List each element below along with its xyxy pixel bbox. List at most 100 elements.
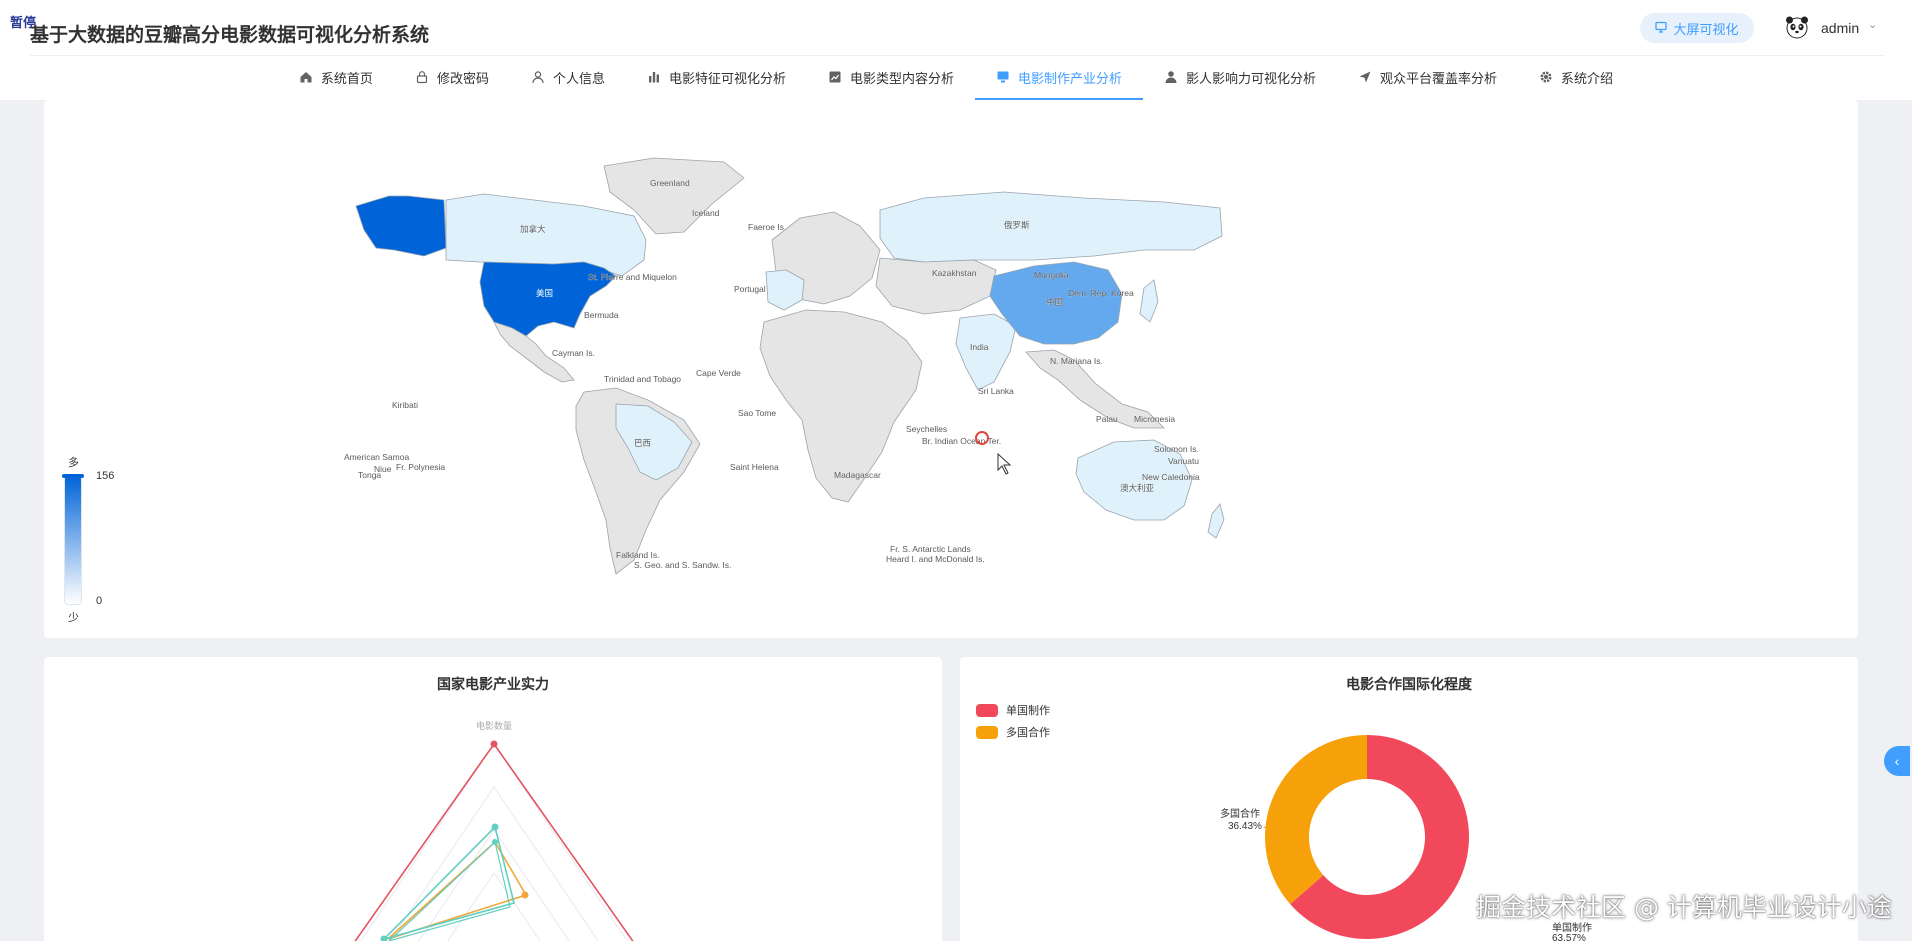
slice-pct-single: 63.57% [1552, 933, 1586, 941]
radar-series-teal-2 [388, 840, 511, 941]
chevron-left-icon: ‹ [1894, 753, 1900, 769]
map-label-china: 中国 [1046, 297, 1063, 307]
mouse-pointer-icon [997, 452, 1012, 475]
slice-pct-multi: 36.43% [1228, 821, 1262, 832]
radar-point [521, 891, 529, 899]
lock-icon [416, 71, 428, 84]
visual-map-min: 0 [96, 595, 103, 607]
visual-map-gradient[interactable] [64, 475, 82, 605]
user-avatar[interactable] [1783, 13, 1811, 41]
radar-point [490, 740, 498, 748]
bar-chart-icon [648, 72, 659, 83]
radar-chart-card: 国家电影产业实力 电影数量 [44, 657, 942, 941]
nav-item-label: 电影类型内容分析 [849, 70, 954, 86]
nav-item-genre-analysis[interactable]: 电影类型内容分析 [807, 56, 975, 100]
map-label-russia: 俄罗斯 [1004, 220, 1030, 230]
world-map-card: Greenland 加拿大 美国 俄罗斯 中国 巴西 澳大利亚 Bermuda … [44, 100, 1858, 638]
user-icon [532, 71, 544, 84]
chart-icon [829, 71, 841, 83]
visual-map-low-label: 少 [68, 612, 79, 624]
nav-item-label: 电影特征可视化分析 [668, 70, 786, 86]
nav-item-label: 修改密码 [436, 70, 489, 86]
map-label-new-caledonia: New Caledonia [1142, 472, 1200, 482]
map-label-sao-tome: Sao Tome [738, 408, 776, 418]
map-label-heard: Heard I. and McDonald Is. [886, 554, 985, 564]
map-label-seychelles: Seychelles [906, 424, 947, 434]
map-label-mongolia: Mongolia [1034, 270, 1069, 280]
radar-indicator-label: 电影数量 [476, 720, 512, 731]
map-label-cayman: Cayman Is. [552, 348, 595, 358]
map-label-brazil: 巴西 [634, 438, 651, 448]
map-label-sri-lanka: Sri Lanka [978, 386, 1014, 396]
map-label-fr-polynesia: Fr. Polynesia [396, 462, 445, 472]
map-label-micronesia: Micronesia [1134, 414, 1175, 424]
main-nav: 系统首页 修改密码 个人信息 电影特征可视化分析 电影类型内容分析 电影制作产业… [0, 56, 1912, 100]
map-label-australia: 澳大利亚 [1120, 483, 1155, 493]
nav-item-industry-analysis[interactable]: 电影制作产业分析 [975, 56, 1144, 100]
map-label-kiribati: Kiribati [392, 400, 418, 410]
map-label-faeroe: Faeroe Is. [748, 222, 786, 232]
radar-point [492, 839, 498, 845]
watermark: 掘金技术社区 @ 计算机毕业设计小途 [1476, 893, 1892, 922]
region-new-zealand [1207, 503, 1225, 539]
panda-avatar-icon [1786, 16, 1808, 39]
map-label-vanuatu: Vanuatu [1168, 456, 1199, 466]
map-label-s-geo: S. Geo. and S. Sandw. Is. [634, 560, 731, 570]
monitor-icon [997, 71, 1009, 83]
map-label-palau: Palau [1096, 414, 1118, 424]
nav-item-influence-analysis[interactable]: 影人影响力可视化分析 [1143, 56, 1337, 100]
map-label-st-pierre: St. Pierre and Miquelon [588, 272, 677, 282]
top-header: 暂停 基于大数据的豆瓣高分电影数据可视化分析系统 大屏可视化 admin ⌄ 系… [0, 0, 1912, 100]
nav-item-platform-analysis[interactable]: 观众平台覆盖率分析 [1337, 56, 1518, 100]
map-label-kazakhstan: Kazakhstan [932, 268, 977, 278]
nav-item-label: 个人信息 [552, 70, 605, 86]
map-label-n-mariana: N. Mariana Is. [1050, 356, 1103, 366]
map-label-canada: 加拿大 [520, 224, 546, 234]
map-label-saint-helena: Saint Helena [730, 462, 779, 472]
map-label-usa: 美国 [536, 288, 553, 298]
bigscreen-button[interactable]: 大屏可视化 [1640, 13, 1754, 43]
nav-item-password[interactable]: 修改密码 [394, 56, 510, 100]
chevron-down-icon[interactable]: ⌄ [1868, 18, 1877, 31]
map-label-solomon: Solomon Is. [1154, 444, 1199, 454]
nav-item-home[interactable]: 系统首页 [278, 56, 394, 100]
map-label-madagascar: Madagascar [834, 470, 881, 480]
map-label-dem-rep-korea: Dem. Rep. Korea [1068, 288, 1134, 298]
map-label-portugal: Portugal [734, 284, 766, 294]
region-russia [879, 191, 1223, 263]
visual-map-high-label: 多 [68, 457, 79, 469]
username[interactable]: admin [1821, 20, 1859, 36]
slice-label-multi: 多国合作 [1220, 807, 1260, 820]
bigscreen-label: 大屏可视化 [1673, 21, 1739, 37]
nav-item-label: 影人影响力可视化分析 [1186, 70, 1317, 86]
map-label-trinidad: Trinidad and Tobago [604, 374, 681, 384]
visual-map-handle[interactable] [62, 474, 84, 478]
region-india [955, 313, 1017, 391]
nav-item-label: 系统首页 [320, 70, 373, 86]
nav-item-feature-analysis[interactable]: 电影特征可视化分析 [626, 56, 807, 100]
map-label-iceland: Iceland [692, 208, 720, 218]
nav-item-about[interactable]: 系统介绍 [1518, 56, 1634, 100]
map-label-american-samoa: American Samoa [344, 452, 409, 462]
gear-icon [1540, 71, 1552, 83]
map-label-greenland: Greenland [650, 178, 690, 188]
nav-item-profile[interactable]: 个人信息 [510, 56, 626, 100]
map-label-br-indian-ocean: Br. Indian Ocean Ter. [922, 436, 1001, 446]
donut-slice[interactable] [1265, 735, 1367, 905]
map-label-niue: Niue [374, 464, 392, 474]
world-map: Greenland 加拿大 美国 俄罗斯 中国 巴西 澳大利亚 Bermuda … [344, 157, 1225, 575]
radar-point [491, 823, 499, 831]
region-central-asia [875, 257, 997, 315]
send-icon [1359, 71, 1371, 83]
radar-chart: 电影数量 [354, 720, 634, 941]
nav-item-label: 系统介绍 [1561, 70, 1614, 86]
nav-item-label: 电影制作产业分析 [1018, 70, 1123, 86]
home-icon [300, 72, 312, 83]
side-collapse-button[interactable]: ‹ [1884, 746, 1910, 776]
map-label-falkland: Falkland Is. [616, 550, 659, 560]
region-alaska [355, 195, 447, 257]
map-label-fr-antarctic: Fr. S. Antarctic Lands [890, 544, 971, 554]
visual-map-max: 156 [96, 470, 115, 482]
region-japan [1139, 279, 1159, 323]
map-label-india: India [970, 342, 989, 352]
